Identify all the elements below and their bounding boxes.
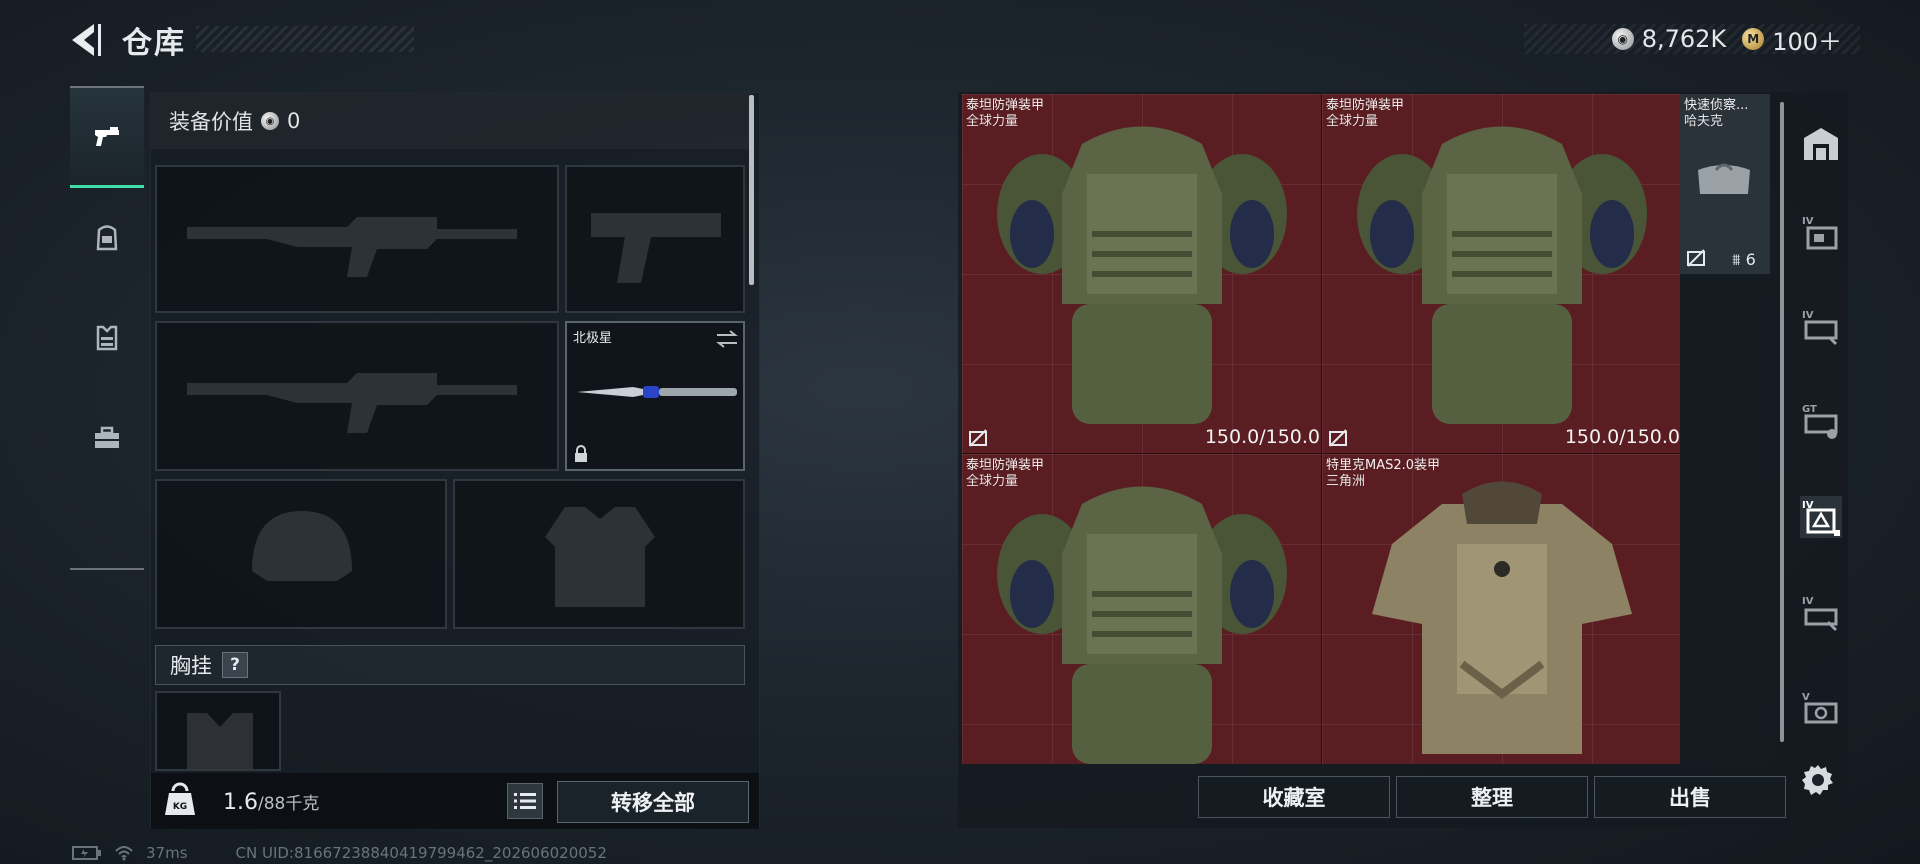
pistol-silhouette-icon	[591, 213, 721, 283]
collection-button[interactable]: 收藏室	[1198, 776, 1390, 818]
storage-item-small[interactable]: 快速侦察... 哈夫克 ⩩ 6	[1680, 94, 1770, 274]
container-tab-4-icon[interactable]: IV	[1800, 496, 1842, 538]
bag-image	[1698, 163, 1750, 194]
container-tab-3-icon[interactable]: GT	[1800, 400, 1842, 442]
warehouse-icon[interactable]	[1800, 122, 1842, 164]
vest-silhouette-icon	[545, 507, 655, 607]
equipment-panel: 装备价值 ◉ 0 北极星 胸挂 ? KG 1.6/88千克 转移全部	[150, 92, 760, 829]
toolbox-icon	[95, 426, 119, 448]
storage-item[interactable]: 泰坦防弹装甲 全球力量 150.0/150.0	[1322, 94, 1680, 454]
weight-max: /88千克	[258, 794, 320, 814]
knife-icon	[577, 386, 737, 398]
storage-side-column: 快速侦察... 哈夫克 ⩩ 6	[1680, 94, 1770, 764]
chest-rig-silhouette-icon	[187, 713, 253, 769]
storage-grid: 泰坦防弹装甲 全球力量 150.0/150.0 泰坦防弹装甲 全球力量 150.…	[962, 94, 1680, 764]
container-tab-1-icon[interactable]: IV	[1800, 212, 1842, 254]
chest-rig-slot[interactable]	[155, 691, 281, 771]
item-name: 快速侦察...	[1684, 98, 1749, 113]
container-tab-5-icon[interactable]: IV	[1800, 592, 1842, 634]
tab-firearms[interactable]	[70, 88, 144, 188]
chest-rig-header: 胸挂 ?	[155, 645, 745, 685]
weight-current: 1.6	[223, 790, 258, 815]
user-uid: CN UID:8166723884041979946​2_20260602005…	[235, 844, 607, 862]
equipment-value-label: 装备价值	[169, 110, 253, 134]
list-view-button[interactable]	[507, 783, 543, 819]
list-icon	[514, 793, 536, 809]
sidearm-slot[interactable]	[565, 165, 745, 313]
body-armor-image	[997, 486, 1287, 764]
ping-value: 37ms	[146, 844, 188, 862]
silver-coin-icon: ◉	[1611, 28, 1634, 50]
transfer-all-button[interactable]: 转移全部	[557, 781, 749, 823]
container-tab-6-icon[interactable]: V	[1800, 688, 1842, 730]
gold-currency-value[interactable]: 100＋	[1772, 22, 1842, 57]
currency-bar: ◉ 8,762K M 100＋	[1524, 22, 1860, 57]
storage-scrollbar-thumb[interactable]	[1780, 102, 1784, 742]
no-bag-icon	[1687, 249, 1705, 267]
primary-weapon-slot[interactable]	[155, 165, 559, 313]
sort-button[interactable]: 整理	[1396, 776, 1588, 818]
weight-kg-icon: KG	[165, 782, 195, 815]
page-title: 仓库	[122, 26, 186, 61]
sell-button[interactable]: 出售	[1594, 776, 1786, 818]
wifi-icon	[115, 846, 133, 861]
help-button[interactable]: ?	[222, 652, 248, 678]
storage-item[interactable]: 泰坦防弹装甲 全球力量 150.0/150.0	[962, 94, 1322, 454]
storage-tab-strip: IV IV GT IV IV V	[1792, 92, 1848, 772]
category-tabs	[70, 86, 144, 570]
container-tab-2-icon[interactable]: IV	[1800, 306, 1842, 348]
helmet-slot[interactable]	[155, 479, 447, 629]
body-armor-image	[1357, 126, 1647, 424]
chest-rig-label: 胸挂	[170, 654, 212, 678]
item-capacity-value: 6	[1745, 250, 1756, 269]
tab-armor[interactable]	[70, 288, 144, 388]
equipment-value: 0	[287, 109, 301, 133]
svg-text:IV: IV	[1802, 596, 1814, 607]
no-bag-icon	[969, 429, 987, 447]
item-durability: 150.0/150.0	[1564, 426, 1680, 448]
weight-bar: KG 1.6/88千克 转移全部	[151, 773, 759, 829]
item-faction: 哈夫克	[1684, 114, 1724, 129]
body-armor-image	[997, 126, 1287, 424]
back-button[interactable]	[64, 20, 108, 60]
silver-currency-value: 8,762K	[1641, 25, 1727, 53]
title-decoration	[196, 26, 414, 52]
rifle-silhouette-icon	[187, 217, 517, 277]
settings-gear-icon[interactable]	[1800, 762, 1836, 798]
backpack-icon	[96, 225, 118, 251]
rifle-silhouette-icon	[187, 373, 517, 433]
silver-coin-icon: ◉	[261, 112, 279, 130]
swap-icon[interactable]	[715, 329, 739, 349]
melee-slot[interactable]: 北极星	[565, 321, 745, 471]
svg-text:KG: KG	[173, 802, 187, 812]
gold-coin-icon: M	[1742, 28, 1765, 50]
lock-icon	[575, 445, 587, 462]
battery-icon	[72, 846, 101, 860]
tab-backpacks[interactable]	[70, 188, 144, 288]
equipment-scrollbar[interactable]	[749, 95, 754, 285]
item-durability: 150.0/150.0	[1204, 426, 1320, 448]
storage-panel: 泰坦防弹装甲 全球力量 150.0/150.0 泰坦防弹装甲 全球力量 150.…	[958, 92, 1848, 828]
secondary-weapon-slot[interactable]	[155, 321, 559, 471]
no-bag-icon	[1329, 429, 1347, 447]
melee-name: 北极星	[573, 331, 613, 346]
weight-readout: 1.6/88千克	[223, 789, 319, 815]
helmet-silhouette-icon	[252, 511, 352, 581]
status-bar: 37ms CN UID:8166723884041979946​2_202606…	[72, 843, 607, 863]
storage-item[interactable]: 特里克MAS2.0装甲 三角洲	[1322, 454, 1680, 764]
item-capacity: ⩩ 6	[1732, 250, 1756, 269]
storage-item[interactable]: 泰坦防弹装甲 全球力量	[962, 454, 1322, 764]
tab-toolbox[interactable]	[70, 388, 144, 488]
title-area: 仓库	[122, 20, 186, 61]
camo-armor-image	[1372, 481, 1632, 754]
svg-text:IV: IV	[1802, 310, 1814, 321]
body-armor-slot[interactable]	[453, 479, 745, 629]
equipment-value-header: 装备价值 ◉ 0	[151, 93, 751, 149]
svg-text:GT: GT	[1802, 404, 1817, 415]
svg-text:IV: IV	[1802, 216, 1814, 227]
back-arrow-icon	[72, 24, 101, 56]
pistol-icon	[95, 126, 119, 146]
svg-text:V: V	[1802, 692, 1810, 703]
vest-icon	[96, 325, 118, 351]
